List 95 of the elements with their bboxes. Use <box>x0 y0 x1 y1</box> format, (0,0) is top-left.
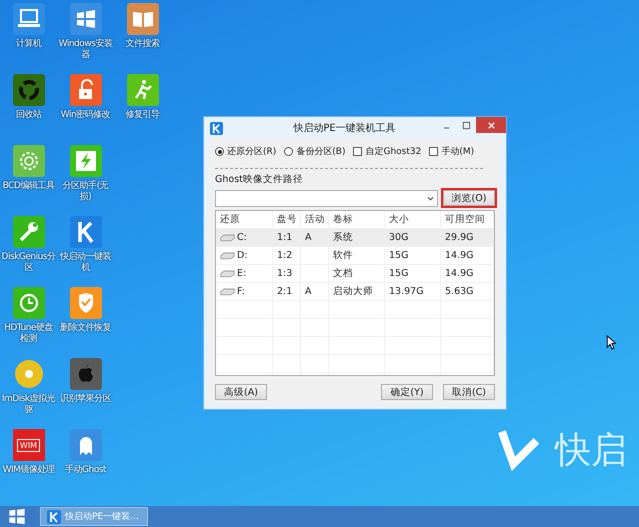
shortcut-label: 快启动一键装机 <box>58 252 112 274</box>
disc-icon <box>12 358 44 390</box>
path-label: Ghost映像文件路径 <box>215 173 304 186</box>
table-cell: A <box>301 283 329 300</box>
partition-row[interactable]: F: 2:1 A 启动大师 13.97G 5.63G <box>216 283 494 301</box>
path-dropdown[interactable] <box>215 190 438 207</box>
radio-option[interactable]: 还原分区(R) <box>215 145 276 158</box>
radio-option[interactable]: 备份分区(B) <box>284 145 346 158</box>
table-cell: 软件 <box>329 247 385 264</box>
shortcut-label: 回收站 <box>14 110 43 121</box>
shortcut-label: WIM镜像处理 <box>2 465 56 476</box>
table-cell: 14.9G <box>441 247 494 264</box>
shortcut-label: 计算机 <box>14 39 43 50</box>
running-man-icon <box>126 74 158 106</box>
letter-k-icon <box>47 508 61 524</box>
hard-drive-icon <box>220 251 235 260</box>
table-cell: 文档 <box>329 265 385 282</box>
browse-button[interactable]: 浏览(O) <box>443 190 495 206</box>
shortcut-label: 手动Ghost <box>64 465 108 476</box>
column-header[interactable]: 可用空间 <box>441 211 494 228</box>
shortcut-label: DiskGenius分区 <box>0 252 56 274</box>
table-cell: 15G <box>385 247 441 264</box>
table-cell: F: <box>216 283 273 300</box>
partition-row[interactable]: C: 1:1 A 系统 30G 29.9G <box>216 229 494 247</box>
close-icon <box>486 120 496 130</box>
shortcut-label: Windows安装器 <box>58 39 114 61</box>
column-header[interactable]: 还原 <box>216 211 273 228</box>
shortcut-label: 识别苹果分区 <box>59 394 112 405</box>
dropdown-caret-icon <box>427 196 434 202</box>
table-cell: 14.9G <box>441 265 494 282</box>
table-cell: 29.9G <box>441 229 494 246</box>
windows-logo-icon <box>70 3 102 35</box>
wrench-icon <box>12 216 44 248</box>
desktop-shortcut[interactable]: 计算机 <box>0 3 57 50</box>
window-title: 快启动PE一键装机工具 <box>292 122 397 135</box>
desktop-shortcut[interactable]: Win密码修改 <box>57 74 114 121</box>
shortcut-label: 修复引导 <box>124 110 160 121</box>
table-cell: C: <box>216 229 273 246</box>
checkbox-option[interactable]: 自定Ghost32 <box>353 145 422 158</box>
maximize-icon <box>462 120 470 130</box>
desktop-shortcut[interactable]: Windows安装器 <box>57 3 114 61</box>
partition-row[interactable]: D: 1:2 软件 15G 14.9G <box>216 247 494 265</box>
table-cell: 2:1 <box>273 283 301 300</box>
padlock-icon <box>70 74 102 106</box>
table-cell: 13.97G <box>385 283 441 300</box>
taskbar-item-label: 快启动PE一键装... <box>65 510 139 523</box>
hard-drive-icon <box>220 233 235 242</box>
hard-drive-icon <box>220 287 235 296</box>
letter-k-icon <box>210 122 223 134</box>
partition-row[interactable]: E: 1:3 文档 15G 14.9G <box>216 265 494 283</box>
table-cell: 15G <box>385 265 441 282</box>
mouse-cursor-icon <box>606 335 616 350</box>
table-cell: 系统 <box>329 229 385 246</box>
desktop-shortcut[interactable]: 修复引导 <box>114 74 171 121</box>
desktop-shortcut[interactable]: WIM WIM镜像处理 <box>0 429 57 476</box>
dialog-button[interactable]: 取消(C) <box>443 384 495 400</box>
laptop-icon <box>12 3 44 35</box>
dialog-button[interactable]: 确定(Y) <box>381 384 433 400</box>
column-header[interactable]: 大小 <box>385 211 441 228</box>
open-book-icon <box>126 3 158 35</box>
gear-icon <box>12 145 44 177</box>
table-cell: 1:1 <box>273 229 301 246</box>
lightning-icon <box>70 145 102 177</box>
ghost-icon <box>70 429 102 461</box>
column-header[interactable]: 活动 <box>301 211 329 228</box>
column-header[interactable]: 卷标 <box>329 211 385 228</box>
shortcut-label: HDTune硬盘检测 <box>3 323 54 345</box>
table-cell: 30G <box>385 229 441 246</box>
shortcut-label: Win密码修改 <box>60 110 112 121</box>
table-cell: E: <box>216 265 273 282</box>
desktop-shortcut[interactable]: 文件搜索 <box>114 3 171 50</box>
minimize-icon <box>442 127 450 129</box>
table-cell: D: <box>216 247 273 264</box>
apple-logo-icon <box>70 358 102 390</box>
hard-drive-icon <box>220 269 235 278</box>
shortcut-label: 删除文件恢复 <box>59 323 112 334</box>
shortcut-label: BCD编辑工具 <box>2 181 56 192</box>
shortcut-label: 文件搜索 <box>124 39 160 50</box>
table-cell: 5.63G <box>441 283 494 300</box>
wim-icon: WIM <box>16 438 40 452</box>
letter-k-icon <box>70 216 102 248</box>
windows-logo-icon[interactable] <box>8 508 26 525</box>
shortcut-label: 分区助手(无损) <box>62 181 110 203</box>
table-cell: 1:3 <box>273 265 301 282</box>
column-header[interactable]: 盘号 <box>273 211 301 228</box>
close-button[interactable] <box>476 117 506 133</box>
checkbox-option[interactable]: 手动(M) <box>429 145 474 158</box>
wallpaper-logo-text: 快启 <box>555 428 627 472</box>
table-cell: 1:2 <box>273 247 301 264</box>
shield-check-icon <box>70 287 102 319</box>
table-cell: A <box>301 229 329 246</box>
table-cell: 启动大师 <box>329 283 385 300</box>
desktop-shortcut[interactable]: 回收站 <box>0 74 57 121</box>
shortcut-label: ImDisk虚拟光驱 <box>0 394 56 416</box>
dialog-button[interactable]: 高级(A) <box>215 384 267 400</box>
